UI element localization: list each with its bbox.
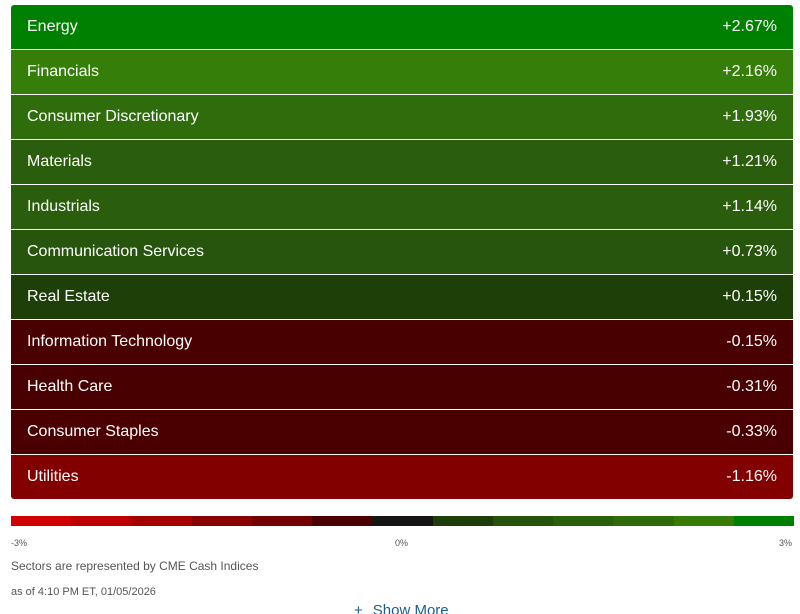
scale-min-label: -3% — [11, 538, 28, 548]
sector-name: Industrials — [27, 198, 100, 215]
sector-list: Energy +2.67% Financials +2.16% Consumer Dis… — [11, 5, 793, 499]
sector-name: Utilities — [27, 468, 79, 485]
scale-segment — [432, 516, 493, 526]
scale-segment — [312, 516, 373, 526]
sector-row[interactable]: Consumer Staples -0.33% — [11, 410, 793, 455]
scale-segment — [673, 516, 734, 526]
sector-name: Energy — [27, 18, 78, 35]
sector-name: Information Technology — [27, 333, 193, 350]
sector-row[interactable]: Health Care -0.31% — [11, 365, 793, 410]
sector-row[interactable]: Materials +1.21% — [11, 140, 793, 185]
sector-row[interactable]: Real Estate +0.15% — [11, 275, 793, 320]
scale-segment — [492, 516, 554, 526]
sector-change: -0.15% — [726, 333, 777, 350]
show-more-button[interactable]: + Show More — [354, 602, 449, 614]
scale-segment — [131, 516, 192, 526]
color-scale-legend — [11, 516, 795, 526]
show-more-label: Show More — [372, 602, 449, 614]
sector-name: Financials — [27, 63, 100, 80]
timestamp: as of 4:10 PM ET, 01/05/2026 — [11, 586, 156, 598]
scale-mid-label: 0% — [395, 538, 409, 548]
sector-row[interactable]: Utilities -1.16% — [11, 455, 793, 499]
scale-segment — [11, 516, 72, 526]
sector-row[interactable]: Consumer Discretionary +1.93% — [11, 95, 793, 140]
sector-row[interactable]: Communication Services +0.73% — [11, 230, 793, 275]
scale-segment — [733, 516, 795, 526]
sector-row[interactable]: Information Technology -0.15% — [11, 320, 793, 365]
sector-name: Materials — [27, 153, 92, 170]
sector-name: Health Care — [27, 378, 113, 395]
sector-change: +0.73% — [722, 243, 777, 260]
sector-row[interactable]: Energy +2.67% — [11, 5, 793, 50]
sector-name: Communication Services — [27, 243, 204, 260]
sector-change: -0.33% — [726, 423, 777, 440]
sector-change: +0.15% — [722, 288, 777, 305]
sector-change: -0.31% — [726, 378, 777, 395]
scale-segment — [251, 516, 313, 526]
sector-performance-widget: Energy +2.67% Financials +2.16% Consumer Dis… — [0, 0, 800, 614]
sector-change: +1.21% — [722, 153, 777, 170]
plus-icon: + — [354, 602, 363, 614]
sector-name: Consumer Discretionary — [27, 108, 199, 125]
sector-change: +2.67% — [722, 18, 777, 35]
scale-segment — [191, 516, 252, 526]
source-note: Sectors are represented by CME Cash Indi… — [11, 559, 259, 573]
sector-name: Consumer Staples — [27, 423, 159, 440]
scale-segment — [71, 516, 132, 526]
sector-row[interactable]: Industrials +1.14% — [11, 185, 793, 230]
scale-segment — [372, 516, 433, 526]
sector-row[interactable]: Financials +2.16% — [11, 50, 793, 95]
scale-max-label: 3% — [779, 538, 793, 548]
scale-segment — [613, 516, 674, 526]
scale-segment — [553, 516, 614, 526]
sector-change: +1.93% — [722, 108, 777, 125]
sector-name: Real Estate — [27, 288, 110, 305]
sector-change: +2.16% — [722, 63, 777, 80]
sector-change: +1.14% — [722, 198, 777, 215]
sector-change: -1.16% — [726, 468, 777, 485]
